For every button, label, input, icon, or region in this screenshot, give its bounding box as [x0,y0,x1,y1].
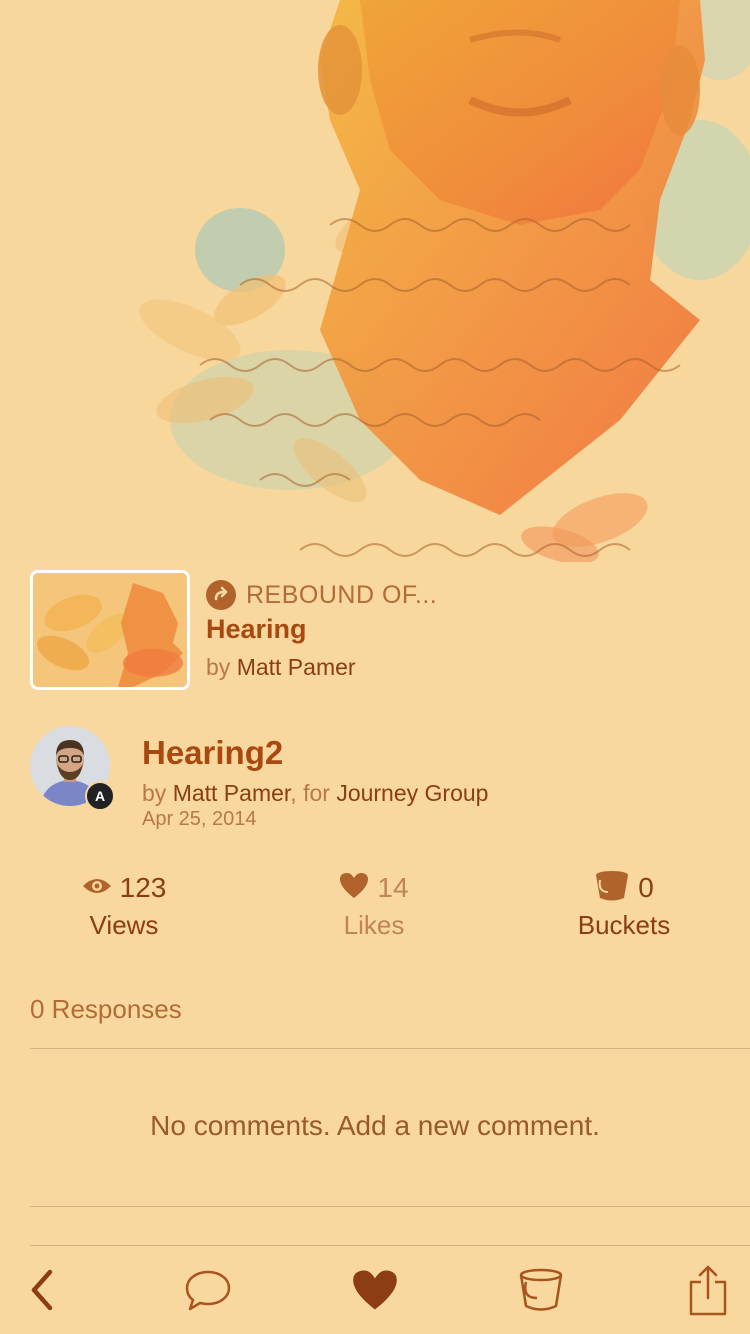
views-label: Views [89,910,159,940]
divider [30,1048,750,1049]
back-icon [28,1269,56,1316]
rebound-label-text: REBOUND OF... [246,580,438,609]
views-stat: 123 Views [24,870,224,941]
pro-badge: A [85,781,115,811]
buckets-label: Buckets [577,910,671,940]
heart-icon [339,872,369,904]
heart-icon [351,1269,399,1316]
shot-team-link[interactable]: Journey Group [336,780,488,806]
bucket-button[interactable] [511,1265,571,1319]
like-button[interactable] [345,1265,405,1319]
rebound-by-prefix: by [206,654,231,680]
rebound-title[interactable]: Hearing [206,614,307,645]
rebound-icon [206,580,236,610]
comment-icon [184,1269,232,1316]
shot-image[interactable] [0,0,750,562]
rebound-author-link[interactable]: Matt Pamer [237,654,356,680]
eye-icon [82,876,112,901]
responses-count: 0 Responses [30,994,182,1024]
shot-title: Hearing2 [142,734,284,771]
bottom-toolbar [0,1245,750,1334]
comment-button[interactable] [178,1265,238,1319]
shot-info: A Hearing2 by Matt Pamer, for Journey Gr… [30,726,750,836]
buckets-stat[interactable]: 0 Buckets [524,870,724,941]
bucket-icon [517,1268,565,1317]
likes-count: 14 [377,872,409,903]
toolbar-divider [30,1245,750,1246]
rebound-section[interactable]: REBOUND OF... Hearing by Matt Pamer [30,570,750,690]
shot-by-prefix: by [142,780,167,806]
likes-label: Likes [343,910,405,940]
share-button[interactable] [678,1265,738,1319]
likes-stat[interactable]: 14 Likes [274,870,474,941]
empty-comments-message[interactable]: No comments. Add a new comment. [0,1110,750,1142]
shot-author-link[interactable]: Matt Pamer [173,780,291,806]
bucket-icon [594,870,630,907]
shot-for-prefix: , for [290,780,330,806]
rebound-byline: by Matt Pamer [206,654,356,681]
share-icon [688,1264,728,1321]
views-count: 123 [119,872,167,903]
rebound-thumbnail[interactable] [30,570,190,690]
shot-byline: by Matt Pamer, for Journey Group [142,780,488,807]
buckets-count: 0 [638,872,654,903]
back-button[interactable] [12,1265,72,1319]
shot-date: Apr 25, 2014 [142,808,257,830]
divider [30,1206,750,1207]
rebound-label: REBOUND OF... [206,578,437,612]
